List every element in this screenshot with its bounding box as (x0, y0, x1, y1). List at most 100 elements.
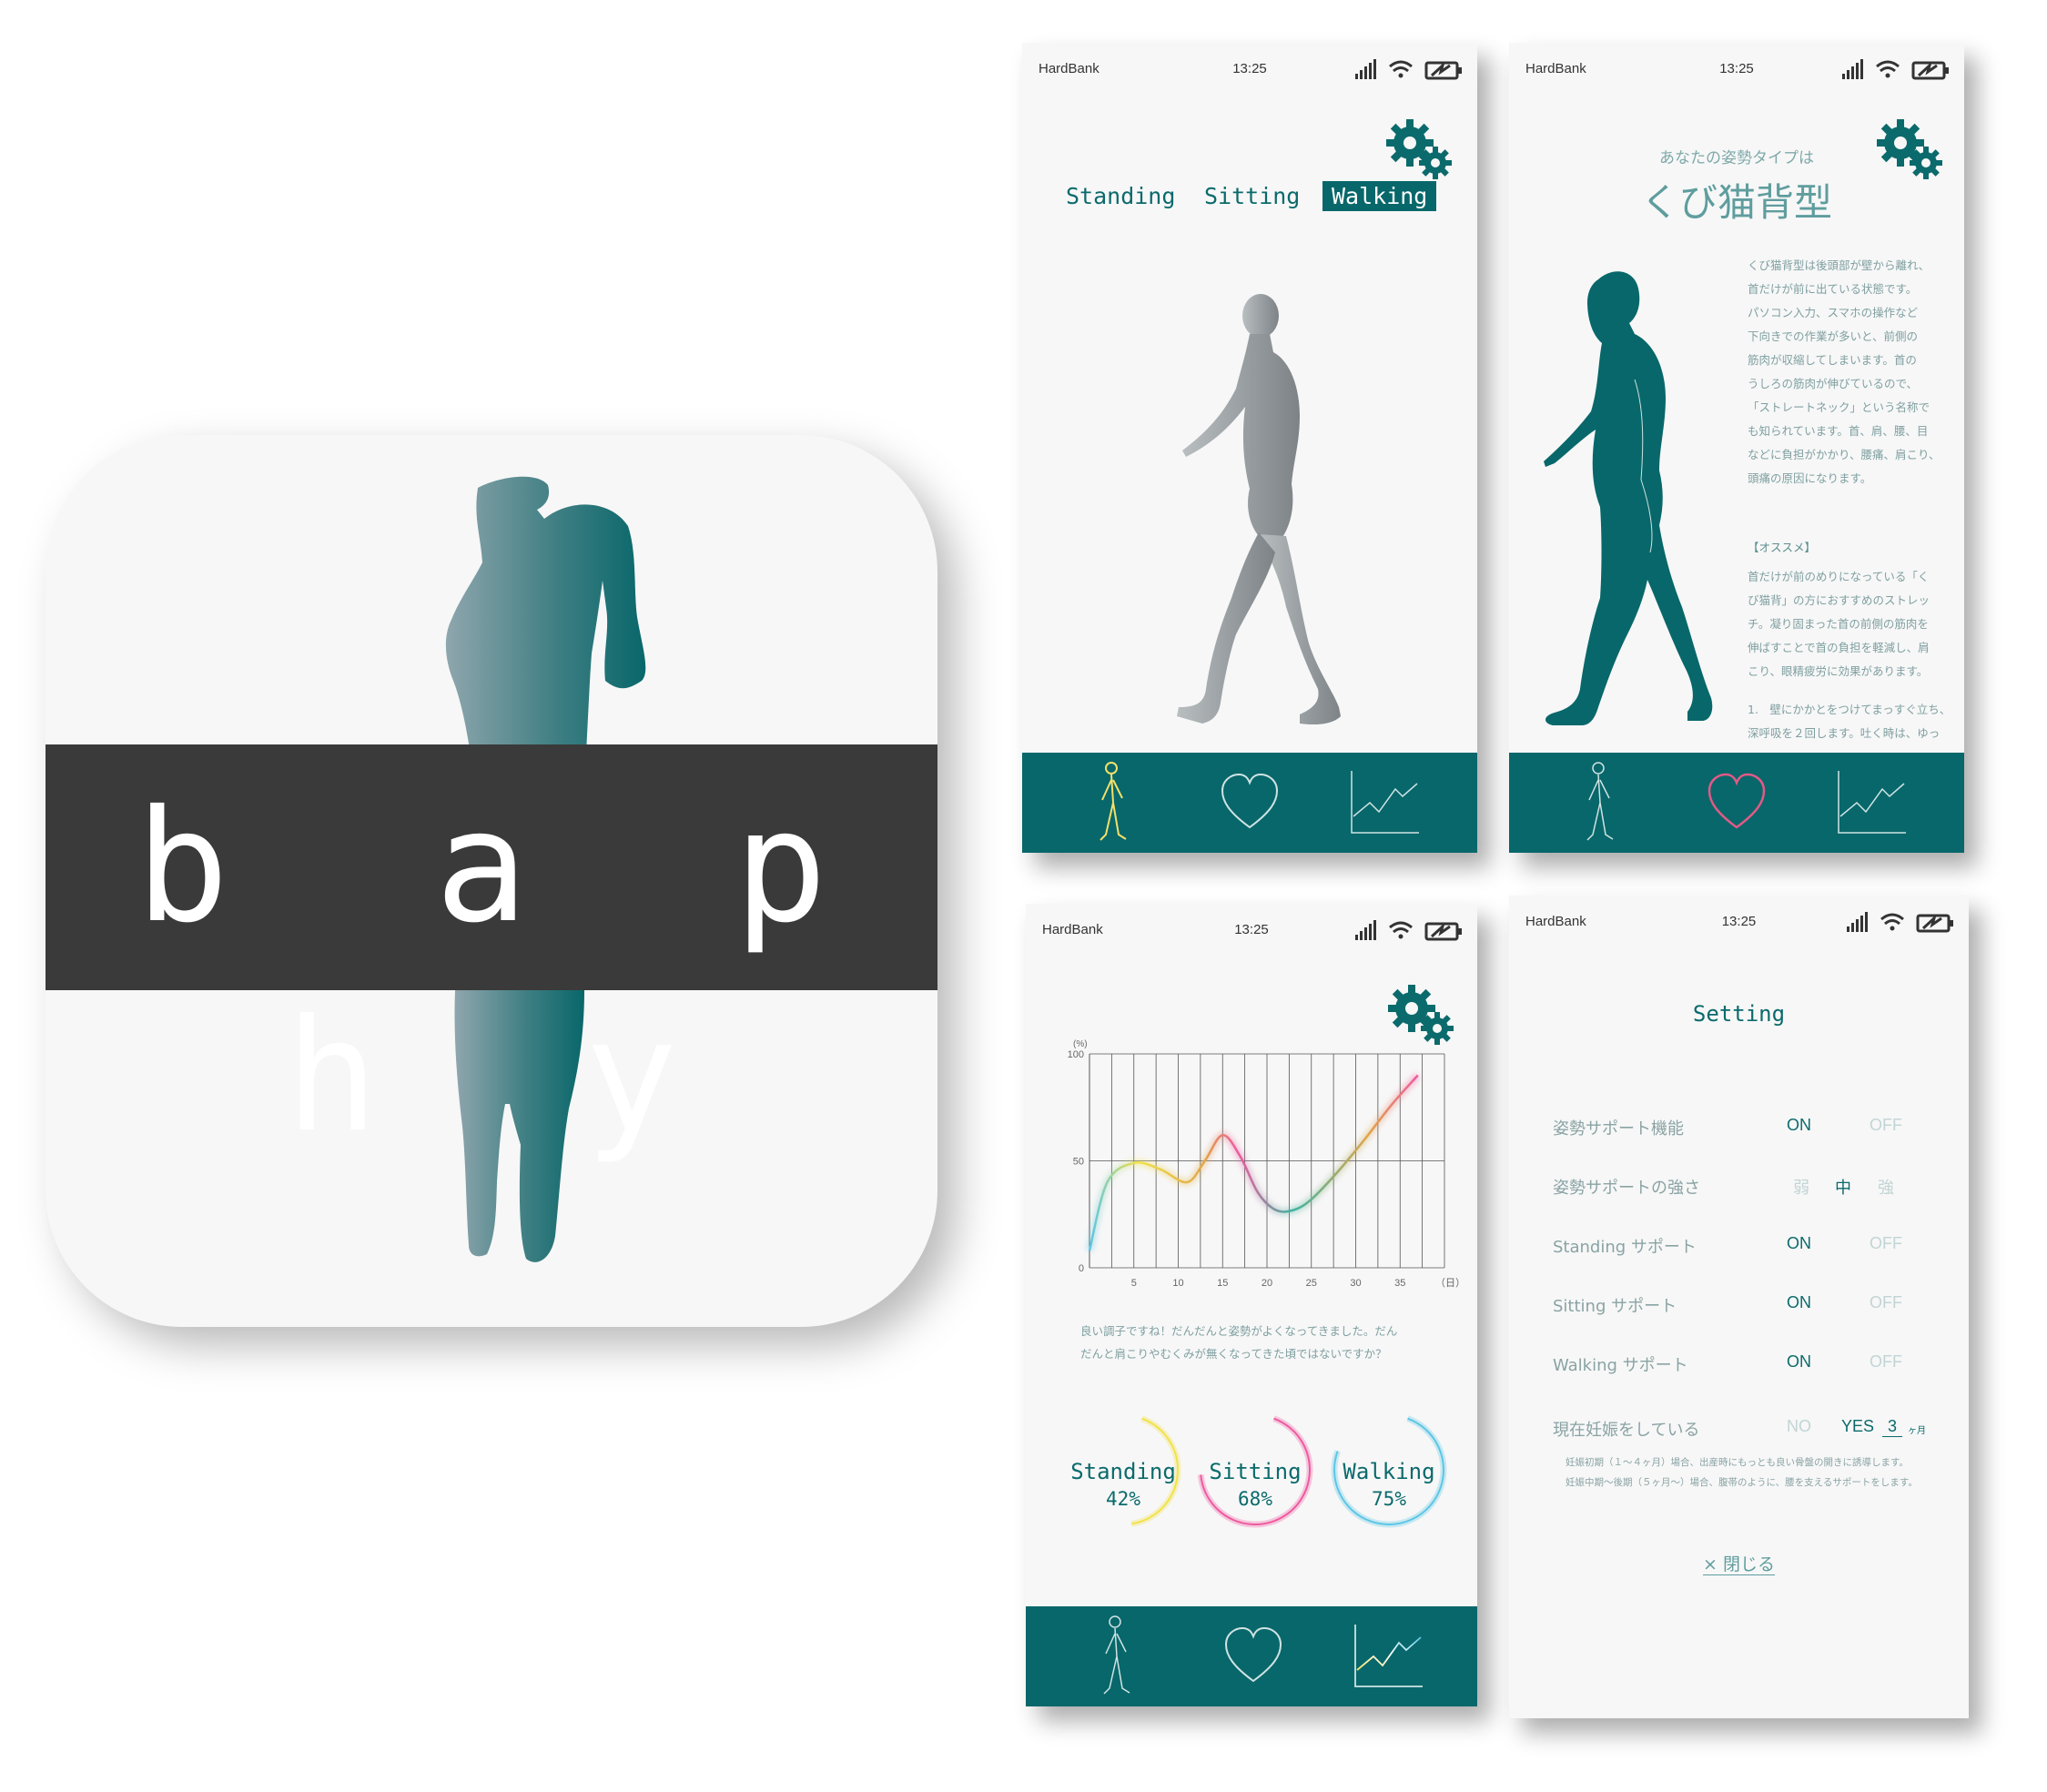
x-tick-label: 25 (1306, 1278, 1317, 1289)
status-bar: HardBank 13:25 (1022, 43, 1477, 97)
tab-walking[interactable]: Walking (1322, 181, 1437, 211)
setting-row-walking: Walking サポート ON OFF (1509, 1352, 1969, 1389)
signal-icon (1355, 59, 1376, 79)
signal-icon (1842, 59, 1863, 79)
y-axis-label: (%) (1073, 1039, 1088, 1049)
x-tick-label: 35 (1394, 1278, 1405, 1289)
recommend-text: 首だけが前のめりになっている「く び猫背」の方におすすめのストレッ チ。凝り固まった… (1748, 565, 1959, 683)
ring-label-standing: Standing 42% (1064, 1459, 1182, 1510)
posture-silhouette-image (1544, 271, 1713, 725)
option-off[interactable]: OFF (1870, 1352, 1902, 1372)
status-icons (1355, 920, 1462, 941)
setting-row-support: 姿勢サポート機能 ON OFF (1509, 1116, 1969, 1152)
option-on[interactable]: ON (1787, 1234, 1811, 1253)
option-weak[interactable]: 弱 (1793, 1175, 1809, 1199)
phone-screen-posture: HardBank 13:25 Standing Sitting Walking (1022, 43, 1477, 853)
pregnancy-note: 妊娠中期〜後期（５ヶ月〜）場合、腹帯のように、腰を支えるサポートをします。 (1566, 1477, 1918, 1488)
setting-label: 現在妊娠をしている (1553, 1421, 1700, 1440)
progress-message-line: だんと肩こりやむくみが無くなってきた頃ではないですか？ (1080, 1347, 1387, 1361)
description-line: などに負担がかかり、腰痛、肩こり、 (1748, 448, 1941, 461)
progress-message-line: 良い調子ですね！だんだんと姿勢がよくなってきました。だん (1080, 1324, 1398, 1338)
ring-name: Walking (1343, 1459, 1435, 1484)
y-tick-label: 0 (1079, 1263, 1084, 1274)
recommend-line: び猫背」の方におすすめのストレッ (1748, 593, 1930, 607)
description-line: 筋肉が収縮してしまいます。首の (1748, 353, 1917, 367)
nav-chart-icon[interactable] (1352, 1606, 1424, 1706)
signal-icon (1355, 920, 1376, 940)
pregnancy-note: 妊娠初期（１〜４ヶ月）場合、出産時にもっとも良い骨盤の開きに誘導します。 (1566, 1457, 1909, 1468)
option-yes[interactable]: YES (1841, 1417, 1874, 1436)
months-unit: ヶ月 (1908, 1426, 1926, 1436)
ring-value: 42% (1106, 1488, 1140, 1510)
option-off[interactable]: OFF (1870, 1234, 1902, 1253)
option-off[interactable]: OFF (1870, 1293, 1902, 1312)
option-on[interactable]: ON (1787, 1116, 1811, 1135)
nav-chart-icon[interactable] (1835, 753, 1908, 853)
status-bar: HardBank 13:25 (1509, 43, 1964, 97)
recommend-line: チ。凝り固まった首の前側の筋肉を (1748, 617, 1929, 631)
signal-icon (1847, 912, 1868, 932)
recommend-line: 伸ばすことで首の負担を軽減し、肩 (1748, 641, 1930, 654)
stretch-step-text: 1. 壁にかかとをつけてまっすぐ立ち、 深呼吸を２回します。吐く時は、ゆっ (1748, 698, 1959, 745)
description-line: 首だけが前に出ている状態です。 (1748, 282, 1918, 296)
battery-icon (1424, 922, 1462, 941)
description-line: 「ストレートネック」という名称で (1748, 400, 1930, 414)
x-tick-label: 5 (1131, 1278, 1137, 1289)
nav-posture-walker-icon[interactable] (1089, 1606, 1144, 1706)
setting-row-strength: 姿勢サポートの強さ 弱 中 強 (1509, 1175, 1969, 1211)
tab-sitting[interactable]: Sitting (1195, 181, 1309, 211)
option-on[interactable]: ON (1787, 1293, 1811, 1312)
description-line: 下向きでの作業が多いと、前側の (1748, 329, 1919, 343)
option-off[interactable]: OFF (1870, 1116, 1902, 1135)
option-medium[interactable]: 中 (1835, 1175, 1851, 1199)
description-line: パソコン入力、スマホの操作など (1748, 306, 1919, 319)
description-line: 頭痛の原因になります。 (1748, 471, 1872, 485)
walking-3d-model-image (1177, 294, 1341, 725)
option-on[interactable]: ON (1787, 1352, 1811, 1372)
progress-message: 良い調子ですね！だんだんと姿勢がよくなってきました。だん だんと肩こりやむくみが… (1080, 1320, 1444, 1365)
setting-label: Sitting サポート (1553, 1297, 1677, 1316)
presentation-canvas: b a p h y HardBank 13:25 Standing Sittin… (0, 0, 2047, 1792)
step-line: 1. 壁にかかとをつけてまっすぐ立ち、 (1748, 703, 1951, 716)
description-line: も知られています。首、肩、腰、目 (1748, 424, 1929, 438)
description-line: うしろの筋肉が伸びているので、 (1748, 377, 1919, 390)
status-icons (1355, 59, 1462, 80)
x-tick-label: 15 (1217, 1278, 1228, 1289)
wifi-icon (1389, 60, 1413, 78)
ring-value: 68% (1238, 1488, 1272, 1510)
option-no[interactable]: NO (1787, 1417, 1811, 1436)
nav-posture-walker-icon[interactable] (1573, 753, 1627, 853)
nav-posture-walker-icon[interactable] (1086, 753, 1140, 853)
nav-heart-icon[interactable] (1221, 753, 1279, 853)
settings-gear-icon[interactable] (1383, 116, 1455, 181)
posture-type-title: くび猫背型 (1640, 180, 1832, 225)
nav-heart-icon[interactable] (1708, 753, 1766, 853)
nav-chart-icon[interactable] (1348, 753, 1421, 853)
setting-row-pregnancy: 現在妊娠をしている NO YES 3 ヶ月 (1509, 1417, 1969, 1453)
bottom-nav-bar (1509, 753, 1964, 853)
setting-label: Standing サポート (1553, 1238, 1697, 1257)
ring-value: 75% (1372, 1488, 1406, 1510)
wifi-icon (1876, 60, 1900, 78)
setting-label: Walking サポート (1553, 1356, 1688, 1375)
x-axis-label: （日） (1435, 1277, 1463, 1289)
ring-name: Sitting (1209, 1459, 1302, 1484)
battery-icon (1911, 61, 1949, 80)
close-button[interactable]: × 閉じる (1509, 1551, 1969, 1575)
status-icons (1842, 59, 1949, 80)
x-tick-label: 10 (1172, 1278, 1183, 1289)
posture-progress-chart: 0 50 100 5 10 15 20 25 30 35 (%) （日） (1068, 1039, 1463, 1289)
app-icon[interactable]: b a p h y (46, 435, 937, 1327)
tab-standing[interactable]: Standing (1057, 181, 1184, 211)
series-line (1088, 1074, 1419, 1251)
recommend-line: 首だけが前のめりになっている「く (1748, 570, 1930, 583)
ring-label-sitting: Sitting 68% (1196, 1459, 1314, 1510)
status-bar: HardBank 13:25 (1026, 904, 1477, 958)
option-strong[interactable]: 強 (1878, 1175, 1894, 1199)
settings-title: Setting (1692, 1001, 1786, 1027)
bottom-nav-bar (1022, 753, 1477, 853)
nav-heart-icon[interactable] (1224, 1606, 1282, 1706)
ring-name: Standing (1070, 1459, 1176, 1484)
pregnancy-months-field[interactable]: 3 (1882, 1417, 1903, 1437)
posture-type-description: くび猫背型は後頭部が壁から離れ、 首だけが前に出ている状態です。 パソコン入力、スマ… (1748, 254, 1959, 491)
